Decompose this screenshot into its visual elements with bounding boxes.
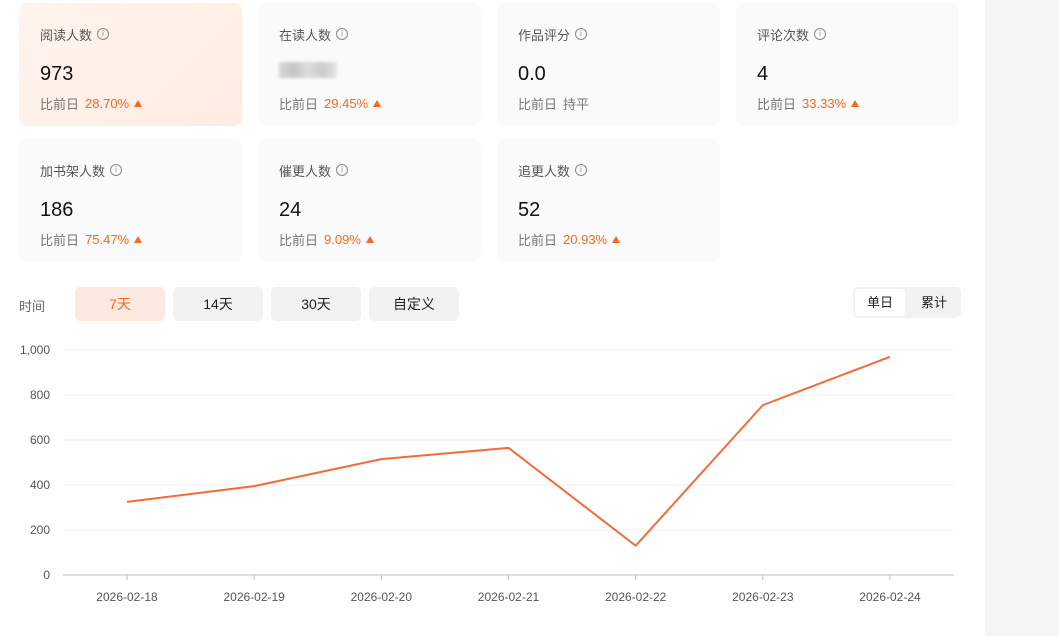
info-circle-icon[interactable]: i: [110, 164, 123, 176]
x-tick-label: 2026-02-20: [351, 590, 413, 604]
card-compare: 比前日 29.45%: [279, 94, 481, 113]
info-circle-icon[interactable]: i: [97, 28, 110, 40]
x-tick-label: 2026-02-19: [223, 590, 285, 604]
y-tick-label: 200: [30, 523, 50, 537]
y-tick-label: 600: [30, 433, 50, 447]
triangle-up-icon: [134, 100, 143, 107]
triangle-up-icon: [365, 236, 374, 243]
card-title: 阅读人数 i: [40, 25, 242, 43]
card-title: 加书架人数 i: [40, 161, 242, 179]
card-title: 追更人数 i: [518, 161, 720, 179]
x-tick-label: 2026-02-23: [732, 590, 794, 604]
card-value: 4: [757, 63, 769, 85]
y-tick-label: 1,000: [20, 343, 50, 357]
info-circle-icon[interactable]: i: [575, 164, 588, 176]
card-compare: 比前日 75.47%: [40, 230, 242, 249]
mode-toggle: 单日 累计: [853, 287, 961, 318]
card-compare: 比前日 持平: [518, 97, 590, 112]
info-circle-icon[interactable]: i: [336, 164, 349, 176]
card-compare: 比前日 28.70%: [40, 94, 242, 113]
time-label: 时间: [19, 299, 46, 314]
triangle-up-icon: [373, 100, 382, 107]
triangle-up-icon: [612, 236, 621, 243]
card-value: [279, 62, 481, 86]
range-custom-button[interactable]: 自定义: [369, 287, 459, 321]
card-title: 催更人数 i: [279, 161, 481, 179]
info-circle-icon[interactable]: i: [336, 28, 349, 40]
card-value: 186: [40, 199, 74, 221]
blurred-value: [279, 62, 337, 78]
card-read-count[interactable]: 阅读人数 i 973 比前日 28.70%: [19, 3, 242, 126]
card-reading-now[interactable]: 在读人数 i 比前日 29.45%: [258, 3, 481, 126]
y-tick-label: 800: [30, 388, 50, 402]
card-value: 0.0: [518, 63, 546, 85]
x-tick-label: 2026-02-21: [478, 590, 540, 604]
card-title: 作品评分 i: [518, 25, 720, 43]
card-title: 评论次数 i: [757, 25, 959, 43]
info-circle-icon[interactable]: i: [814, 28, 827, 40]
triangle-up-icon: [851, 100, 860, 107]
mode-daily-button[interactable]: 单日: [855, 289, 905, 316]
x-tick-label: 2026-02-22: [605, 590, 667, 604]
x-tick-label: 2026-02-24: [859, 590, 921, 604]
right-gutter: [985, 0, 1059, 636]
card-comment-count[interactable]: 评论次数 i 4 比前日 33.33%: [736, 3, 959, 126]
range-30-days-button[interactable]: 30天: [271, 287, 361, 321]
card-compare: 比前日 33.33%: [757, 94, 959, 113]
mode-cumulative-button[interactable]: 累计: [909, 289, 959, 316]
card-urge-count[interactable]: 催更人数 i 24 比前日 9.09%: [258, 139, 481, 262]
info-circle-icon[interactable]: i: [575, 28, 588, 40]
range-14-days-button[interactable]: 14天: [173, 287, 263, 321]
card-rating[interactable]: 作品评分 i 0.0 比前日 持平: [497, 3, 720, 126]
x-tick-label: 2026-02-18: [96, 590, 158, 604]
card-compare: 比前日 9.09%: [279, 230, 481, 249]
card-compare: 比前日 20.93%: [518, 230, 720, 249]
card-value: 973: [40, 63, 74, 85]
range-7-days-button[interactable]: 7天: [75, 287, 165, 321]
series-line: [126, 355, 891, 547]
line-chart: 0 200 400 600 800 1,000 2026-02-18 2026-02-19 20…: [20, 343, 954, 604]
triangle-up-icon: [134, 236, 143, 243]
card-value: 24: [279, 199, 302, 221]
card-value: 52: [518, 199, 541, 221]
card-bookshelf-count[interactable]: 加书架人数 i 186 比前日 75.47%: [19, 139, 242, 262]
y-tick-label: 0: [43, 568, 50, 582]
card-title: 在读人数 i: [279, 25, 481, 43]
y-tick-label: 400: [30, 478, 50, 492]
card-follow-count[interactable]: 追更人数 i 52 比前日 20.93%: [497, 139, 720, 262]
